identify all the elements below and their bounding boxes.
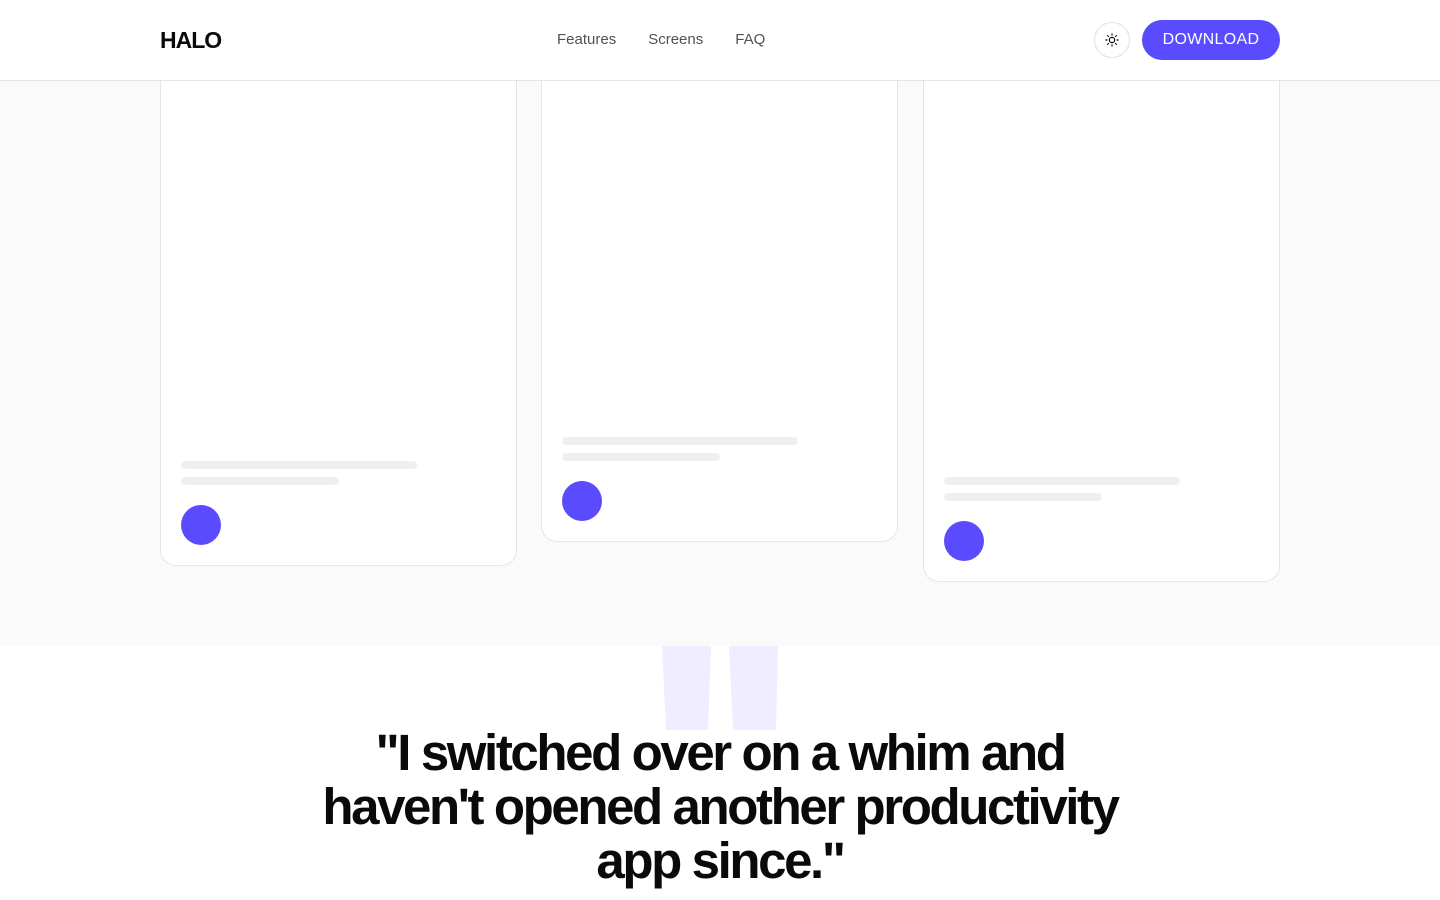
nav-link-faq[interactable]: FAQ: [735, 31, 765, 49]
placeholder-line: [181, 477, 339, 485]
site-header: HALO Features Screens FAQ DOWNLOAD: [0, 0, 1440, 81]
placeholder-line: [562, 437, 798, 445]
screens-section: [0, 81, 1440, 646]
nav-link-screens[interactable]: Screens: [648, 31, 703, 49]
quote-mark-icon: [662, 646, 778, 730]
placeholder-line: [944, 493, 1102, 501]
phone-screen-card: [160, 81, 517, 566]
main-nav: Features Screens FAQ: [557, 31, 765, 49]
phone-screen-card: [541, 81, 898, 542]
placeholder-line: [181, 461, 417, 469]
testimonial-section: "I switched over on a whim and haven't o…: [0, 646, 1440, 900]
sun-icon: [1105, 33, 1119, 47]
download-button[interactable]: DOWNLOAD: [1142, 20, 1280, 60]
theme-toggle-button[interactable]: [1094, 22, 1130, 58]
placeholder-line: [944, 477, 1180, 485]
accent-dot: [181, 505, 221, 545]
phone-screen-card: [923, 81, 1280, 582]
logo[interactable]: HALO: [160, 27, 222, 53]
testimonial-quote: "I switched over on a whim and haven't o…: [322, 724, 1120, 889]
nav-link-features[interactable]: Features: [557, 31, 616, 49]
accent-dot: [944, 521, 984, 561]
accent-dot: [562, 481, 602, 521]
placeholder-line: [562, 453, 720, 461]
